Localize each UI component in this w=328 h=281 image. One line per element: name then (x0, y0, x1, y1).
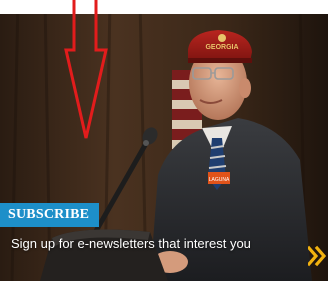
double-chevron-right-icon[interactable] (308, 245, 326, 267)
promo-banner[interactable]: LAGUNA GEORGIA SUBSCRIBE Sign up for e-n… (0, 0, 328, 281)
subscribe-button[interactable]: SUBSCRIBE (0, 203, 100, 227)
svg-text:LAGUNA: LAGUNA (209, 177, 230, 183)
newsletter-tagline: Sign up for e-newsletters that interest … (11, 236, 251, 251)
svg-text:GEORGIA: GEORGIA (205, 44, 238, 51)
